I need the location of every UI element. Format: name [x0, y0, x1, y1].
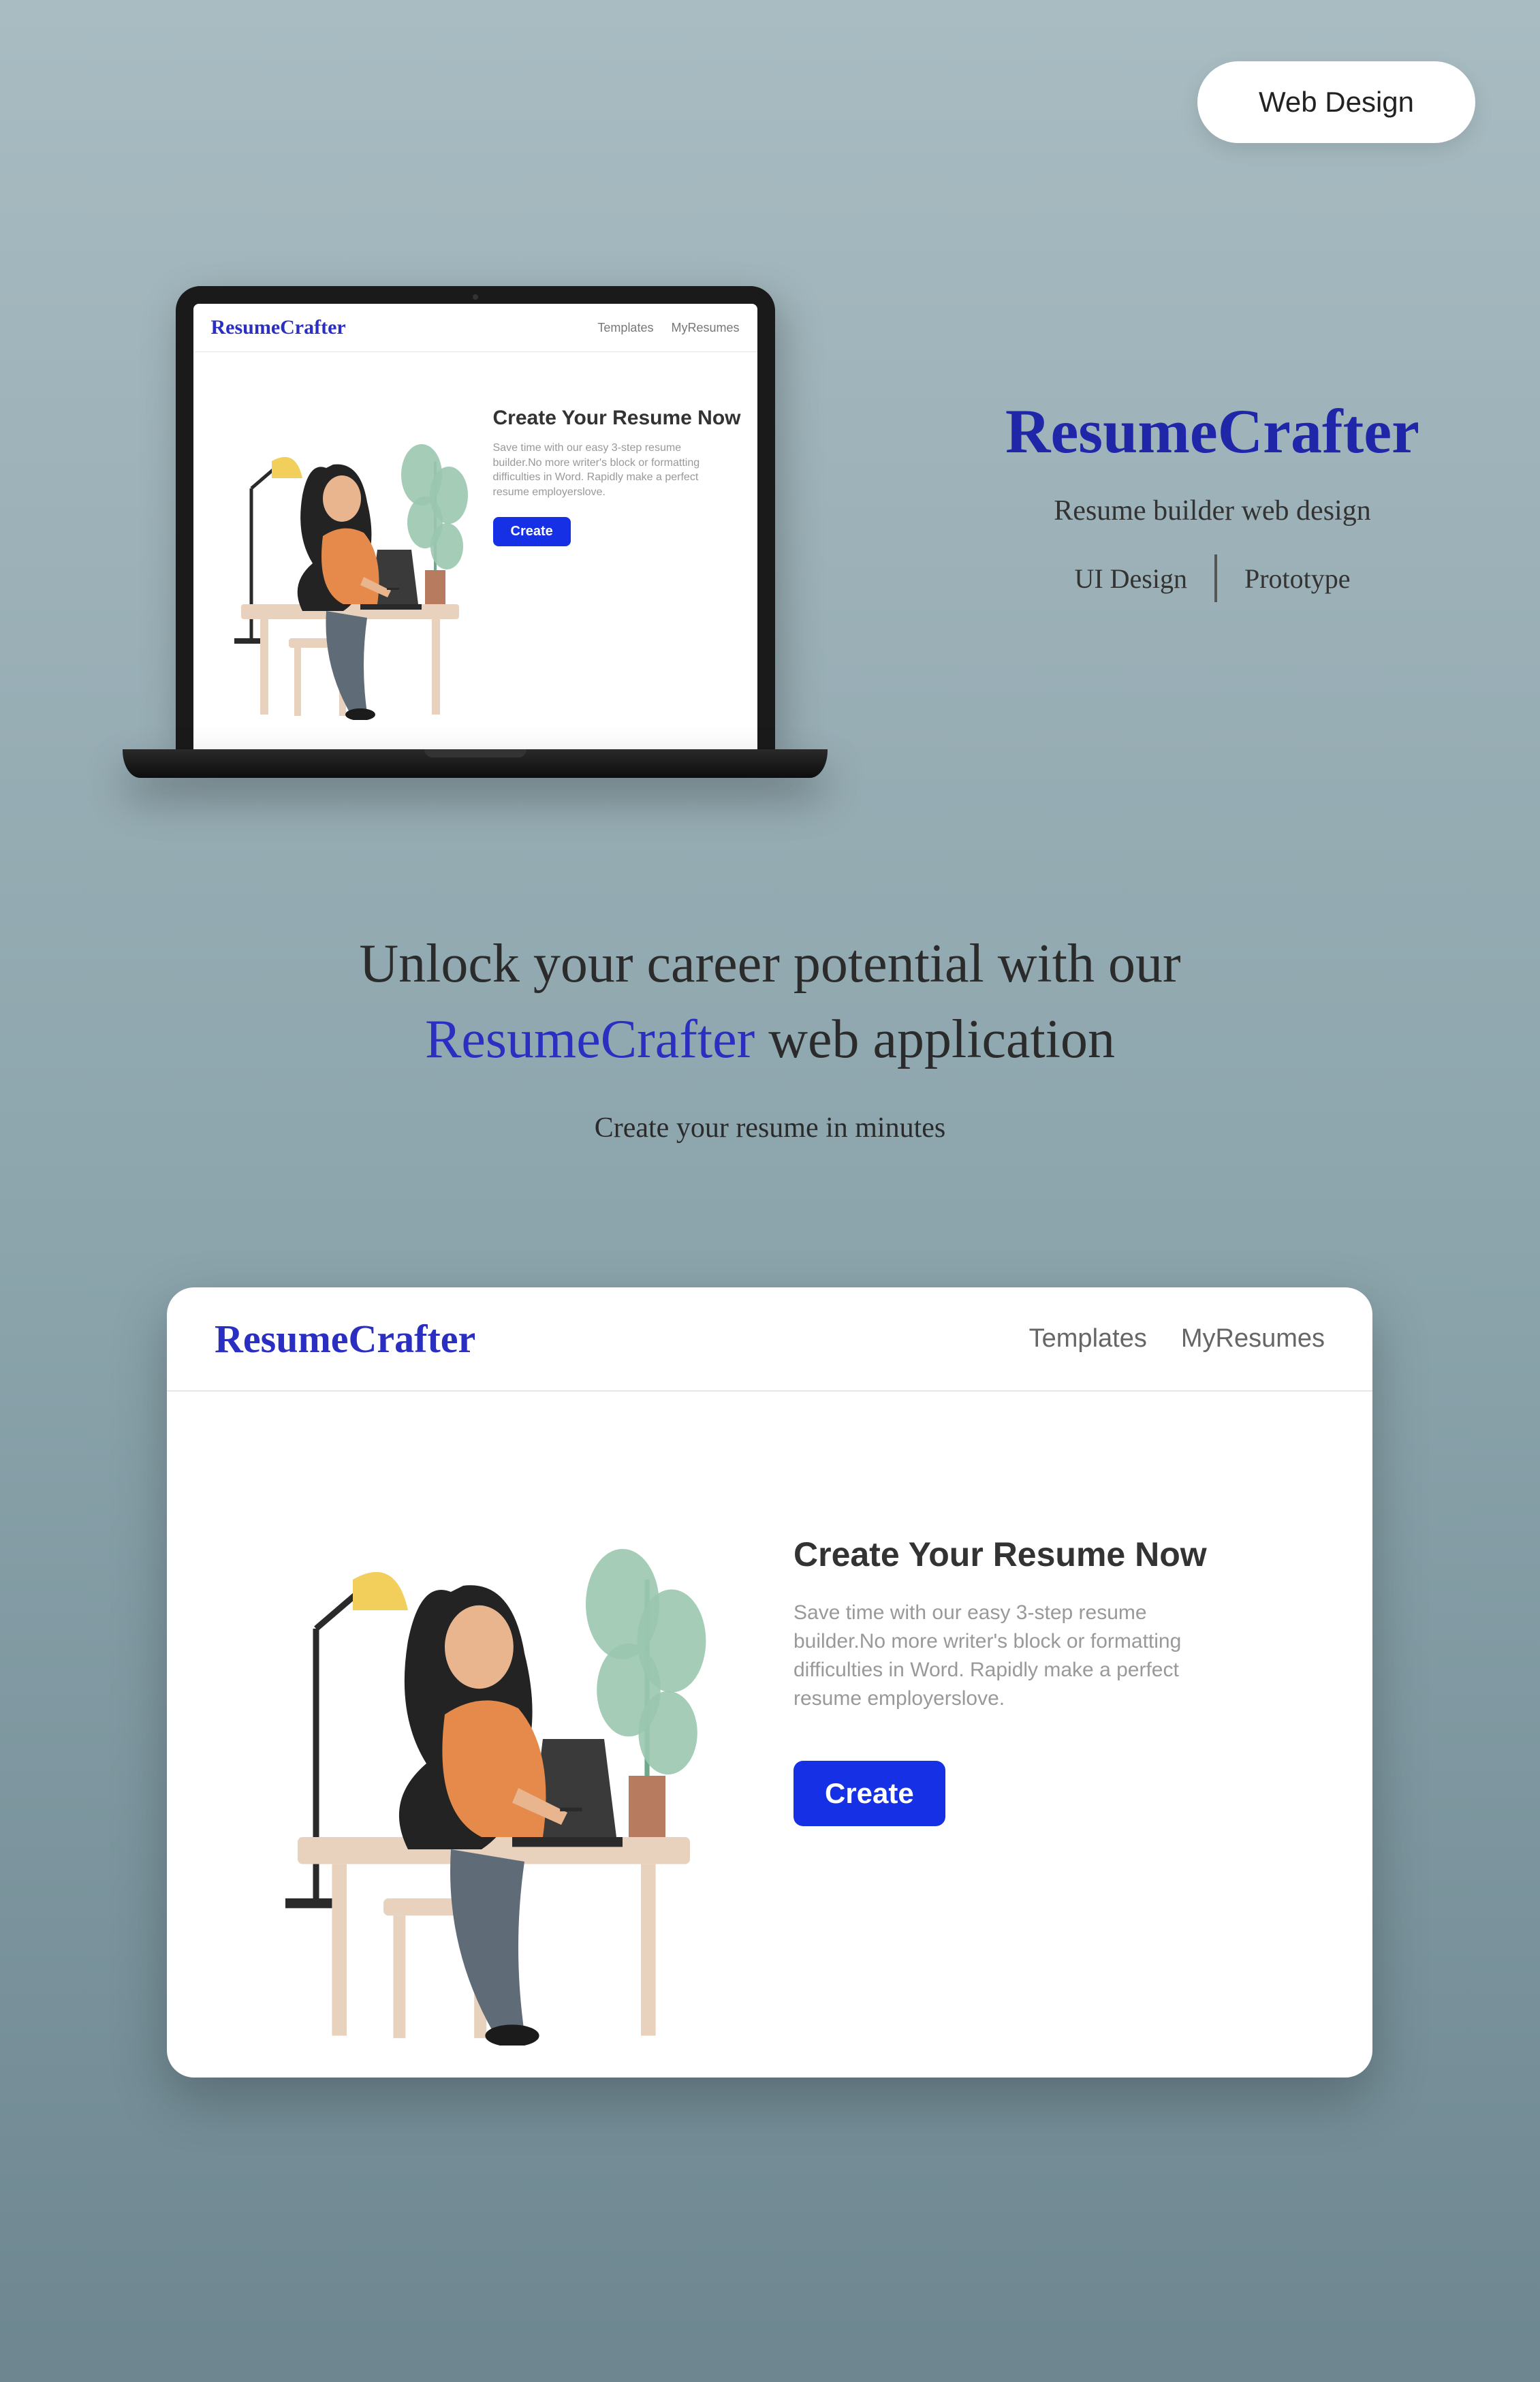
hero-body: Save time with our easy 3-step resume bu…	[793, 1599, 1229, 1713]
app-preview-large: ResumeCrafter Templates MyResumes	[167, 1287, 1372, 2078]
project-tag-prototype: Prototype	[1244, 563, 1351, 595]
hero-title: Create Your Resume Now	[793, 1535, 1345, 1574]
tagline-line1: Unlock your career potential with our	[0, 933, 1540, 995]
laptop-base	[123, 749, 828, 778]
hero-illustration	[207, 379, 493, 720]
separator	[1214, 554, 1217, 602]
app-logo: ResumeCrafter	[215, 1316, 475, 1362]
nav-link-myresumes[interactable]: MyResumes	[1181, 1324, 1325, 1353]
tagline-line3: Create your resume in minutes	[0, 1112, 1540, 1144]
nav-link-myresumes[interactable]: MyResumes	[671, 321, 739, 335]
project-title-block: ResumeCrafter Resume builder web design …	[967, 395, 1458, 602]
laptop-screen: ResumeCrafter Templates MyResumes	[176, 286, 775, 749]
illustration-woman-laptop	[207, 379, 493, 720]
app-navbar: ResumeCrafter Templates MyResumes	[193, 304, 757, 352]
laptop-mockup: ResumeCrafter Templates MyResumes	[123, 286, 828, 778]
project-subtitle: Resume builder web design	[967, 495, 1458, 527]
project-tag-ui: UI Design	[1074, 563, 1187, 595]
tagline-block: Unlock your career potential with our Re…	[0, 933, 1540, 1144]
create-button[interactable]: Create	[493, 517, 571, 546]
app-preview-small: ResumeCrafter Templates MyResumes	[193, 304, 757, 749]
app-logo: ResumeCrafter	[211, 316, 346, 339]
hero-illustration	[194, 1432, 793, 2046]
tagline-accent: ResumeCrafter	[425, 1009, 755, 1069]
nav-link-templates[interactable]: Templates	[1029, 1324, 1147, 1353]
hero-body: Save time with our easy 3-step resume bu…	[493, 441, 725, 499]
app-navbar: ResumeCrafter Templates MyResumes	[167, 1287, 1372, 1392]
category-pill: Web Design	[1197, 61, 1475, 143]
create-button[interactable]: Create	[793, 1761, 945, 1826]
project-title: ResumeCrafter	[967, 395, 1458, 467]
tagline-line2: ResumeCrafter web application	[0, 1009, 1540, 1071]
nav-link-templates[interactable]: Templates	[597, 321, 653, 335]
hero-title: Create Your Resume Now	[493, 407, 744, 430]
tagline-line2-rest: web application	[755, 1009, 1115, 1069]
illustration-woman-laptop	[194, 1432, 793, 2046]
